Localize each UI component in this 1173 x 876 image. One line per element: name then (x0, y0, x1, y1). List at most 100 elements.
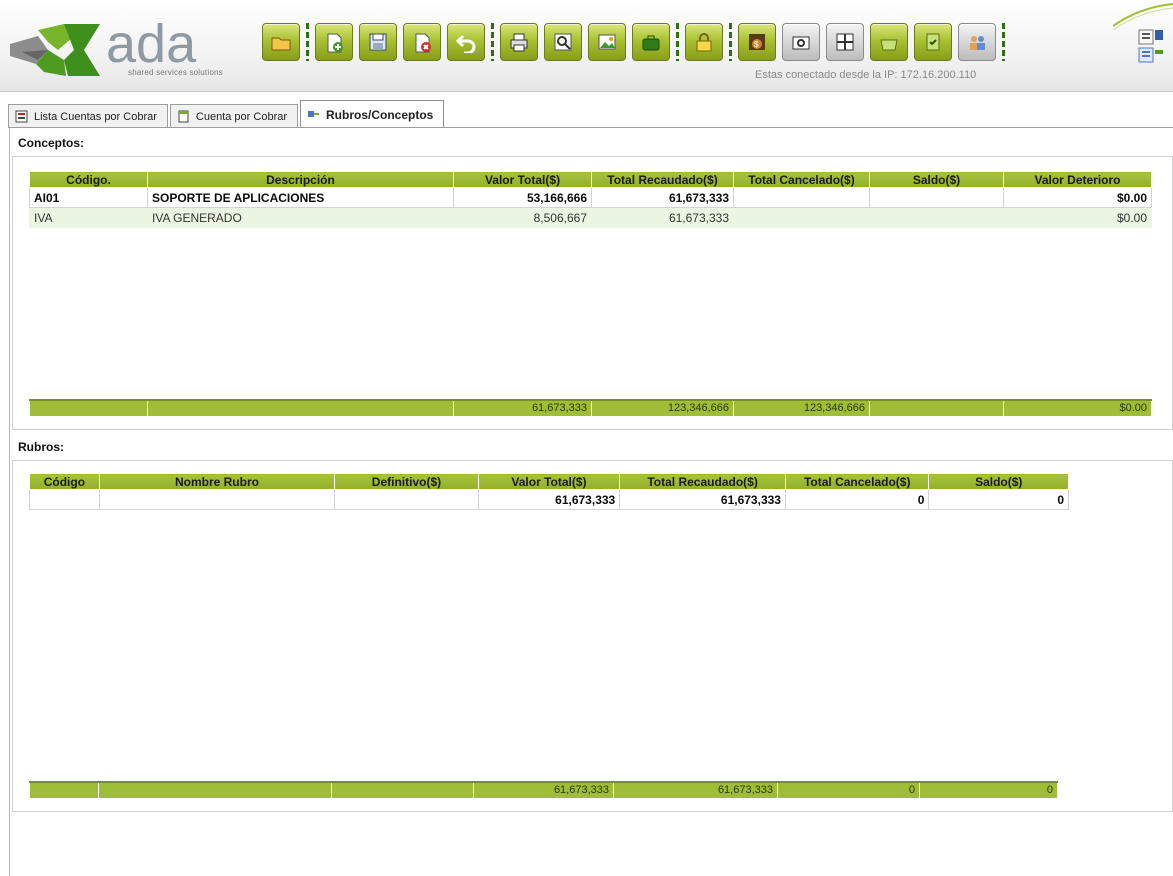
rubros-column-header[interactable]: Código (29, 473, 100, 490)
lock-button[interactable] (685, 23, 723, 61)
rubros-totals-row: 61,673,333 61,673,333 0 0 (29, 781, 1058, 799)
rubros-column-header[interactable]: Nombre Rubro (98, 473, 336, 490)
rubros-total-cell: 0 (777, 781, 920, 799)
users-button[interactable] (958, 23, 996, 61)
rubros-grid[interactable]: Código Nombre Rubro Definitivo($) Valor Tot… (12, 460, 1173, 812)
rubros-total-cell: 0 (919, 781, 1058, 799)
preview-button[interactable] (544, 23, 582, 61)
app-header: ada shared services solutions $ Estas co… (0, 0, 1173, 92)
conceptos-cell[interactable]: IVA (29, 207, 148, 228)
undo-button[interactable] (447, 23, 485, 61)
header-swoosh-decoration (1113, 3, 1173, 63)
conceptos-cell[interactable]: IVA GENERADO (147, 207, 454, 228)
tab-strip: Lista Cuentas por Cobrar Cuenta por Cobra… (8, 100, 446, 128)
conceptos-grid[interactable]: Código. Descripción Valor Total($) Total Re… (12, 156, 1173, 430)
conceptos-cell[interactable] (869, 187, 1004, 208)
ada-logo: ada shared services solutions (8, 6, 258, 90)
undo-icon (455, 34, 476, 53)
conceptos-cell[interactable]: $0.00 (1003, 207, 1152, 228)
briefcase-icon (642, 35, 660, 51)
conceptos-table-row[interactable]: IVA IVA GENERADO 8,506,667 61,673,333 $0.00 (29, 207, 1152, 228)
print-button[interactable] (500, 23, 538, 61)
rubros-column-header[interactable]: Saldo($) (928, 473, 1069, 490)
rubros-column-header[interactable]: Valor Total($) (477, 473, 621, 490)
folder-button[interactable] (262, 23, 300, 61)
toolbar-separator (1002, 23, 1005, 61)
content-left-border (9, 128, 10, 876)
camera-icon (792, 36, 810, 50)
toolbar-separator (676, 23, 679, 61)
rubros-cell[interactable] (334, 489, 479, 510)
svg-text:$: $ (754, 40, 759, 49)
conceptos-column-header[interactable]: Descripción (147, 171, 454, 188)
conceptos-cell[interactable]: 61,673,333 (591, 187, 734, 208)
document-icon (178, 110, 189, 123)
rubros-column-header[interactable]: Definitivo($) (334, 473, 479, 490)
tab-label: Lista Cuentas por Cobrar (34, 110, 157, 123)
rubros-table-row[interactable]: 61,673,333 61,673,333 0 0 (29, 489, 1069, 510)
conceptos-cell[interactable] (869, 207, 1004, 228)
add-document-button[interactable] (315, 23, 353, 61)
save-button[interactable] (359, 23, 397, 61)
add-document-icon (327, 33, 343, 53)
conceptos-column-header[interactable]: Total Recaudado($) (591, 171, 734, 188)
conceptos-totals-row: 61,673,333 123,346,666 123,346,666 $0.00 (29, 399, 1152, 417)
rubros-cell[interactable]: 0 (928, 489, 1069, 510)
rubros-column-header[interactable]: Total Recaudado($) (619, 473, 786, 490)
list-icon (15, 110, 28, 123)
conceptos-total-cell: 61,673,333 (453, 399, 592, 417)
save-icon (369, 33, 387, 51)
conceptos-cell[interactable]: $0.00 (1003, 187, 1152, 208)
print-icon (510, 33, 528, 52)
conceptos-column-header[interactable]: Total Cancelado($) (733, 171, 870, 188)
rubros-label: Rubros: (18, 440, 64, 454)
rubros-total-cell: 61,673,333 (613, 781, 778, 799)
export-image-icon (598, 34, 616, 50)
conceptos-total-cell: 123,346,666 (733, 399, 870, 417)
ada-logo-mark: ada (10, 14, 197, 76)
basket-icon (880, 39, 898, 51)
camera-button[interactable] (782, 23, 820, 61)
toolbar-separator (491, 23, 494, 61)
checklist-icon (926, 33, 940, 51)
rubros-cell[interactable] (98, 489, 336, 510)
rubros-table: Código Nombre Rubro Definitivo($) Valor Tot… (29, 473, 1069, 510)
rubros-column-header[interactable]: Total Cancelado($) (784, 473, 930, 490)
lock-icon (696, 33, 712, 52)
rubros-cell[interactable]: 61,673,333 (477, 489, 621, 510)
conceptos-cell[interactable] (733, 207, 870, 228)
conceptos-total-cell (147, 399, 454, 417)
conceptos-cell[interactable]: 8,506,667 (453, 207, 592, 228)
tab-lista-cuentas-por-cobrar[interactable]: Lista Cuentas por Cobrar (8, 104, 168, 128)
conceptos-cell[interactable] (733, 187, 870, 208)
rubros-cell[interactable]: 0 (784, 489, 930, 510)
conceptos-table: Código. Descripción Valor Total($) Total Re… (29, 171, 1152, 228)
conceptos-cell[interactable]: 53,166,666 (453, 187, 592, 208)
conceptos-cell[interactable]: SOPORTE DE APLICACIONES (147, 187, 454, 208)
grid-button[interactable] (826, 23, 864, 61)
money-bag-button[interactable]: $ (738, 23, 776, 61)
conceptos-total-cell (29, 399, 148, 417)
conceptos-table-row[interactable]: AI01 SOPORTE DE APLICACIONES 53,166,666 61,… (29, 187, 1152, 208)
export-image-button[interactable] (588, 23, 626, 61)
link-icon (308, 111, 320, 117)
conceptos-column-header[interactable]: Valor Deterioro (1003, 171, 1152, 188)
briefcase-button[interactable] (632, 23, 670, 61)
checklist-button[interactable] (914, 23, 952, 61)
rubros-total-cell (331, 781, 474, 799)
basket-button[interactable] (870, 23, 908, 61)
conceptos-cell[interactable]: AI01 (29, 187, 148, 208)
conceptos-cell[interactable]: 61,673,333 (591, 207, 734, 228)
delete-button[interactable] (403, 23, 441, 61)
conceptos-column-header[interactable]: Valor Total($) (453, 171, 592, 188)
rubros-cell[interactable] (29, 489, 100, 510)
grid-icon (836, 33, 854, 51)
tab-label: Cuenta por Cobrar (195, 110, 288, 123)
conceptos-column-header[interactable]: Código. (29, 171, 148, 188)
rubros-cell[interactable]: 61,673,333 (619, 489, 786, 510)
conceptos-column-header[interactable]: Saldo($) (869, 171, 1004, 188)
money-bag-icon: $ (749, 34, 765, 50)
conceptos-total-cell: 123,346,666 (591, 399, 734, 417)
tab-cuenta-por-cobrar[interactable]: Cuenta por Cobrar (169, 104, 299, 128)
tab-rubros-conceptos[interactable]: Rubros/Conceptos (300, 100, 445, 128)
